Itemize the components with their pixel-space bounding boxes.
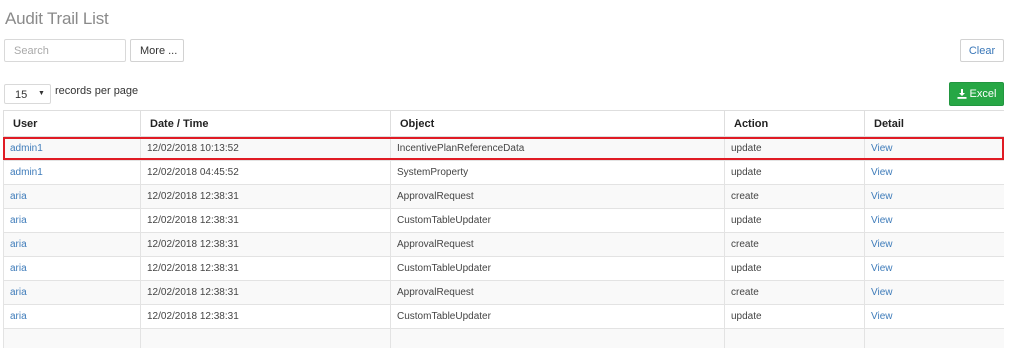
action-cell: update (724, 208, 865, 233)
object-cell: ApprovalRequest (390, 232, 725, 257)
user-cell: aria (3, 280, 141, 305)
user-cell: admin1 (3, 160, 141, 185)
page-size-select[interactable]: 15 ▼ (4, 84, 51, 104)
detail-cell: View (864, 232, 1004, 257)
action-cell: create (724, 184, 865, 209)
detail-cell: View (864, 136, 1004, 161)
table-row[interactable]: aria 12/02/2018 12:38:31 ApprovalRequest… (3, 232, 1004, 257)
datetime-cell: 12/02/2018 04:45:52 (140, 160, 391, 185)
download-icon (957, 89, 967, 99)
page-size-value: 15 (15, 89, 28, 101)
action-cell: create (724, 280, 865, 305)
table-row[interactable]: aria 12/02/2018 12:38:31 CustomTableUpda… (3, 304, 1004, 329)
user-link[interactable]: aria (10, 191, 27, 202)
object-cell: IncentivePlanReferenceData (390, 136, 725, 161)
view-link[interactable]: View (871, 215, 893, 226)
object-cell: ApprovalRequest (390, 184, 725, 209)
user-link[interactable]: aria (10, 263, 27, 274)
datetime-cell: 12/02/2018 10:13:52 (140, 136, 391, 161)
action-cell: update (724, 256, 865, 281)
view-link[interactable]: View (871, 263, 893, 274)
excel-export-button[interactable]: Excel (949, 82, 1004, 106)
user-link[interactable]: aria (10, 311, 27, 322)
clear-button[interactable]: Clear (960, 39, 1004, 62)
object-cell: ApprovalRequest (390, 280, 725, 305)
user-link[interactable]: aria (10, 287, 27, 298)
datetime-cell: 12/02/2018 12:38:31 (140, 256, 391, 281)
table-row[interactable]: admin1 12/02/2018 04:45:52 SystemPropert… (3, 160, 1004, 185)
table-row[interactable]: aria 12/02/2018 12:38:31 ApprovalRequest… (3, 184, 1004, 209)
user-link[interactable]: aria (10, 215, 27, 226)
user-link[interactable]: aria (10, 239, 27, 250)
action-cell: update (724, 136, 865, 161)
column-header-detail[interactable]: Detail (864, 110, 1004, 137)
datetime-cell: 12/02/2018 12:38:31 (140, 280, 391, 305)
detail-cell: View (864, 256, 1004, 281)
object-cell: CustomTableUpdater (390, 256, 725, 281)
column-header-datetime[interactable]: Date / Time (140, 110, 391, 137)
datetime-cell: 12/02/2018 12:38:31 (140, 208, 391, 233)
user-link[interactable]: admin1 (10, 167, 43, 178)
more-filters-button[interactable]: More ... (130, 39, 184, 62)
object-cell: CustomTableUpdater (390, 208, 725, 233)
user-cell: aria (3, 208, 141, 233)
user-link[interactable]: admin1 (10, 143, 43, 154)
page-title: Audit Trail List (5, 9, 109, 28)
view-link[interactable]: View (871, 239, 893, 250)
user-cell: aria (3, 232, 141, 257)
column-header-action[interactable]: Action (724, 110, 865, 137)
records-per-page-label: records per page (55, 85, 139, 97)
detail-cell: View (864, 184, 1004, 209)
datetime-cell: 12/02/2018 12:38:31 (140, 184, 391, 209)
view-link[interactable]: View (871, 311, 893, 322)
user-cell: aria (3, 184, 141, 209)
action-cell: create (724, 232, 865, 257)
search-input[interactable] (4, 39, 126, 62)
datetime-cell: 12/02/2018 12:38:31 (140, 232, 391, 257)
audit-trail-table: User Date / Time Object Action Detail ad… (3, 110, 1004, 348)
detail-cell: View (864, 280, 1004, 305)
column-header-object[interactable]: Object (390, 110, 725, 137)
view-link[interactable]: View (871, 191, 893, 202)
object-cell: CustomTableUpdater (390, 304, 725, 329)
user-cell: aria (3, 256, 141, 281)
table-row[interactable]: admin1 12/02/2018 10:13:52 IncentivePlan… (3, 136, 1004, 161)
detail-cell: View (864, 160, 1004, 185)
table-row[interactable]: aria 12/02/2018 12:38:31 CustomTableUpda… (3, 256, 1004, 281)
datetime-cell: 12/02/2018 12:38:31 (140, 304, 391, 329)
detail-cell: View (864, 208, 1004, 233)
object-cell: SystemProperty (390, 160, 725, 185)
table-row[interactable]: aria 12/02/2018 12:38:31 ApprovalRequest… (3, 280, 1004, 305)
action-cell: update (724, 160, 865, 185)
table-header-row: User Date / Time Object Action Detail (3, 110, 1004, 137)
excel-button-label: Excel (969, 88, 997, 100)
user-cell: admin1 (3, 136, 141, 161)
chevron-down-icon: ▼ (38, 90, 45, 97)
view-link[interactable]: View (871, 143, 893, 154)
user-cell: aria (3, 304, 141, 329)
action-cell: update (724, 304, 865, 329)
column-header-user[interactable]: User (3, 110, 141, 137)
view-link[interactable]: View (871, 287, 893, 298)
table-row[interactable]: aria 12/02/2018 12:38:31 CustomTableUpda… (3, 208, 1004, 233)
detail-cell: View (864, 304, 1004, 329)
table-row-partial[interactable] (3, 328, 1004, 348)
view-link[interactable]: View (871, 167, 893, 178)
